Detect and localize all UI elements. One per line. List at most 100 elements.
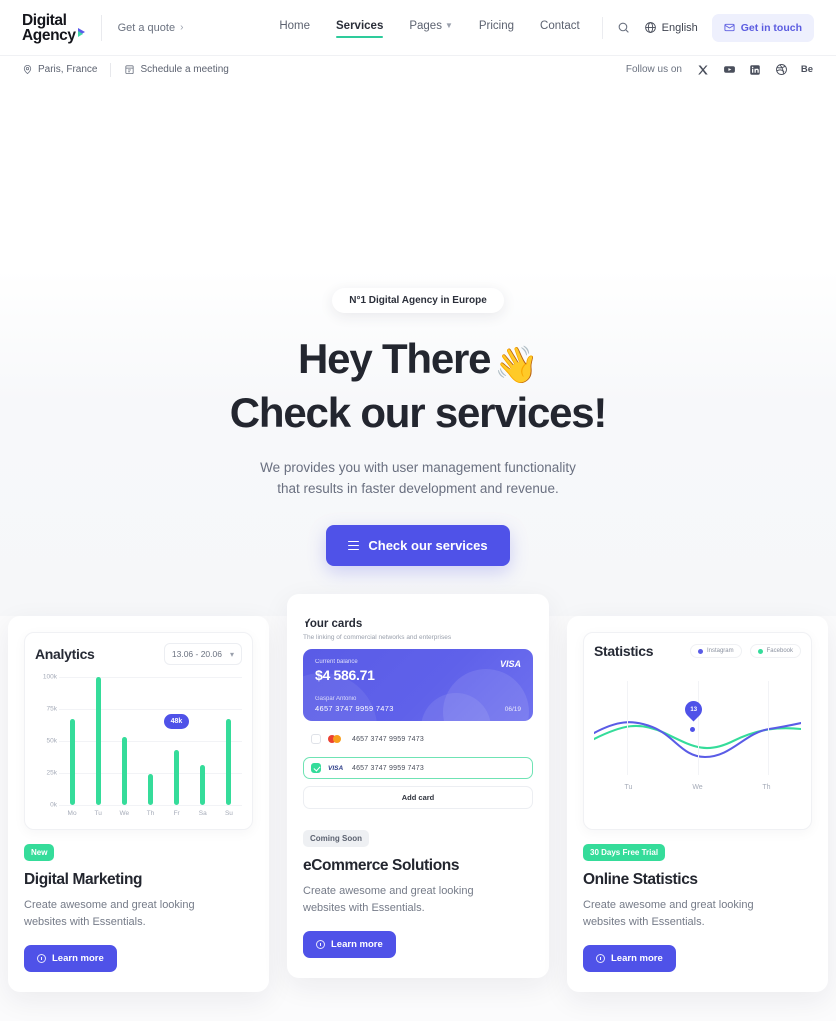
- x-tick: Mo: [67, 810, 77, 817]
- x-tick: Sa: [198, 810, 207, 817]
- nav-item-pricing[interactable]: Pricing: [479, 20, 514, 36]
- card-checkbox[interactable]: [311, 734, 321, 744]
- marker-value: 13: [690, 706, 697, 713]
- calendar-icon: [125, 65, 135, 75]
- nav-item-home[interactable]: Home: [279, 20, 310, 36]
- wallet-title: Your cards: [303, 618, 363, 630]
- legend-item-facebook: Facebook: [749, 644, 801, 658]
- get-a-quote-label: Get a quote: [117, 21, 176, 34]
- card-details: Gaspar Antonio 4657 3747 9959 7473 06/19: [315, 696, 521, 713]
- nav-separator: [601, 16, 603, 39]
- learn-more-label: Learn more: [611, 953, 663, 964]
- plot-area: 48k: [59, 677, 242, 806]
- learn-more-label: Learn more: [331, 939, 383, 950]
- behance-icon[interactable]: Be: [800, 63, 814, 77]
- saved-card-row[interactable]: VISA 4657 3747 9959 7473: [303, 757, 533, 779]
- waving-hand-icon: 👋: [494, 344, 539, 385]
- page-root: Digital Agency Get a quote › Home Servic…: [0, 0, 836, 1021]
- get-in-touch-button[interactable]: Get in touch: [711, 13, 814, 42]
- schedule-meeting-item[interactable]: Schedule a meeting: [124, 64, 229, 75]
- nav-item-contact[interactable]: Contact: [540, 20, 580, 36]
- y-tick: 50k: [46, 737, 57, 745]
- nav-menu: Home Services Pages ▼ Pricing Contact: [279, 19, 580, 38]
- y-tick: 25k: [46, 769, 57, 777]
- youtube-icon[interactable]: [722, 63, 736, 77]
- analytics-title: Analytics: [35, 646, 95, 662]
- check-our-services-button[interactable]: Check our services: [326, 525, 510, 566]
- language-selector[interactable]: English: [644, 21, 698, 34]
- logo-play-mark-icon: [77, 27, 85, 37]
- x-twitter-icon[interactable]: [696, 63, 710, 77]
- get-a-quote-link[interactable]: Get a quote ›: [118, 22, 184, 34]
- card-desc-line-1: Create awesome and great looking: [24, 899, 195, 911]
- analytics-widget: Analytics 13.06 - 20.06 ▾ 100k 75k 50k 2…: [24, 632, 253, 830]
- card-title: Digital Marketing: [24, 871, 143, 888]
- card-description: Create awesome and great looking website…: [303, 883, 533, 917]
- site-header: Digital Agency Get a quote › Home Servic…: [0, 0, 836, 83]
- card-desc-line-2: websites with Essentials.: [24, 916, 146, 928]
- hero-title-line-1: Hey There 👋: [0, 335, 836, 389]
- statistics-title: Statistics: [594, 643, 654, 659]
- card-title: eCommerce Solutions: [303, 857, 460, 874]
- bar-column: [85, 677, 111, 805]
- card-title: Online Statistics: [583, 871, 698, 888]
- nav-item-pages[interactable]: Pages ▼: [409, 20, 453, 36]
- legend-label: Instagram: [706, 648, 734, 654]
- bar: [69, 719, 75, 805]
- x-axis: Tu We Th: [594, 784, 801, 791]
- globe-icon: [644, 22, 656, 33]
- hero-title-text-1: Hey There: [298, 335, 491, 382]
- bar-column: [137, 677, 163, 805]
- statistics-widget: Statistics Instagram Facebook 13 Tu We T…: [583, 632, 812, 830]
- chevron-down-icon: ▼: [444, 21, 453, 30]
- card-description: Create awesome and great looking website…: [24, 897, 253, 931]
- date-range-selector[interactable]: 13.06 - 20.06 ▾: [163, 643, 242, 665]
- learn-more-button[interactable]: Learn more: [24, 945, 117, 972]
- statistics-line-chart: 13 Tu We Th: [593, 681, 802, 791]
- nav-label: Services: [336, 19, 384, 32]
- nav-label: Contact: [540, 19, 580, 32]
- x-axis: Mo Tu We Th Fr Sa Su: [59, 810, 242, 817]
- nav-label: Home: [279, 19, 311, 32]
- learn-more-button[interactable]: Learn more: [583, 945, 676, 972]
- service-card-online-statistics[interactable]: Statistics Instagram Facebook 13 Tu We T…: [567, 616, 828, 992]
- visa-logo: VISA: [499, 659, 521, 669]
- clock-icon: [596, 954, 605, 963]
- statistics-header: Statistics Instagram Facebook: [594, 643, 801, 659]
- get-in-touch-label: Get in touch: [740, 21, 802, 34]
- credit-card: Current balance $4 586.71 VISA Gaspar An…: [303, 649, 533, 721]
- menu-icon: [348, 540, 360, 551]
- page-title: Hey There 👋 Check our services!: [0, 335, 836, 437]
- follow-us-label: Follow us on: [625, 64, 682, 75]
- location-label: Paris, France: [38, 64, 98, 75]
- search-icon[interactable]: [617, 21, 630, 34]
- bar-column: [190, 677, 216, 805]
- behance-label: Be: [800, 64, 814, 75]
- nav-item-services[interactable]: Services: [336, 19, 384, 38]
- bar: [200, 765, 206, 805]
- bar-column: [164, 677, 190, 805]
- map-pin-icon: [23, 65, 32, 75]
- linkedin-icon[interactable]: [748, 63, 762, 77]
- service-card-ecommerce-solutions[interactable]: Your cards The linking of commercial net…: [287, 594, 549, 978]
- learn-more-button[interactable]: Learn more: [303, 931, 396, 958]
- wallet-subtitle: The linking of commercial networks and e…: [303, 634, 452, 641]
- clock-icon: [37, 954, 46, 963]
- bar-column: [111, 677, 137, 805]
- saved-card-row[interactable]: 4657 3747 9959 7473: [303, 728, 533, 750]
- card-checkbox[interactable]: [311, 763, 321, 773]
- dribbble-icon[interactable]: [774, 63, 788, 77]
- add-card-button[interactable]: Add card: [303, 786, 533, 809]
- status-badge: Coming Soon: [303, 830, 369, 847]
- analytics-header: Analytics 13.06 - 20.06 ▾: [35, 643, 242, 665]
- card-desc-line-2: websites with Essentials.: [303, 902, 425, 914]
- card-expiry: 06/19: [504, 706, 521, 713]
- bar: [147, 774, 153, 805]
- status-badge: New: [24, 844, 55, 861]
- location-item[interactable]: Paris, France: [22, 64, 97, 75]
- wallet-widget: Your cards The linking of commercial net…: [303, 618, 533, 816]
- hero-button-label: Check our services: [368, 538, 488, 553]
- service-card-digital-marketing[interactable]: Analytics 13.06 - 20.06 ▾ 100k 75k 50k 2…: [8, 616, 269, 992]
- brand-logo[interactable]: Digital Agency: [22, 12, 85, 43]
- analytics-bar-chart: 100k 75k 50k 25k 0k 48k: [35, 674, 242, 809]
